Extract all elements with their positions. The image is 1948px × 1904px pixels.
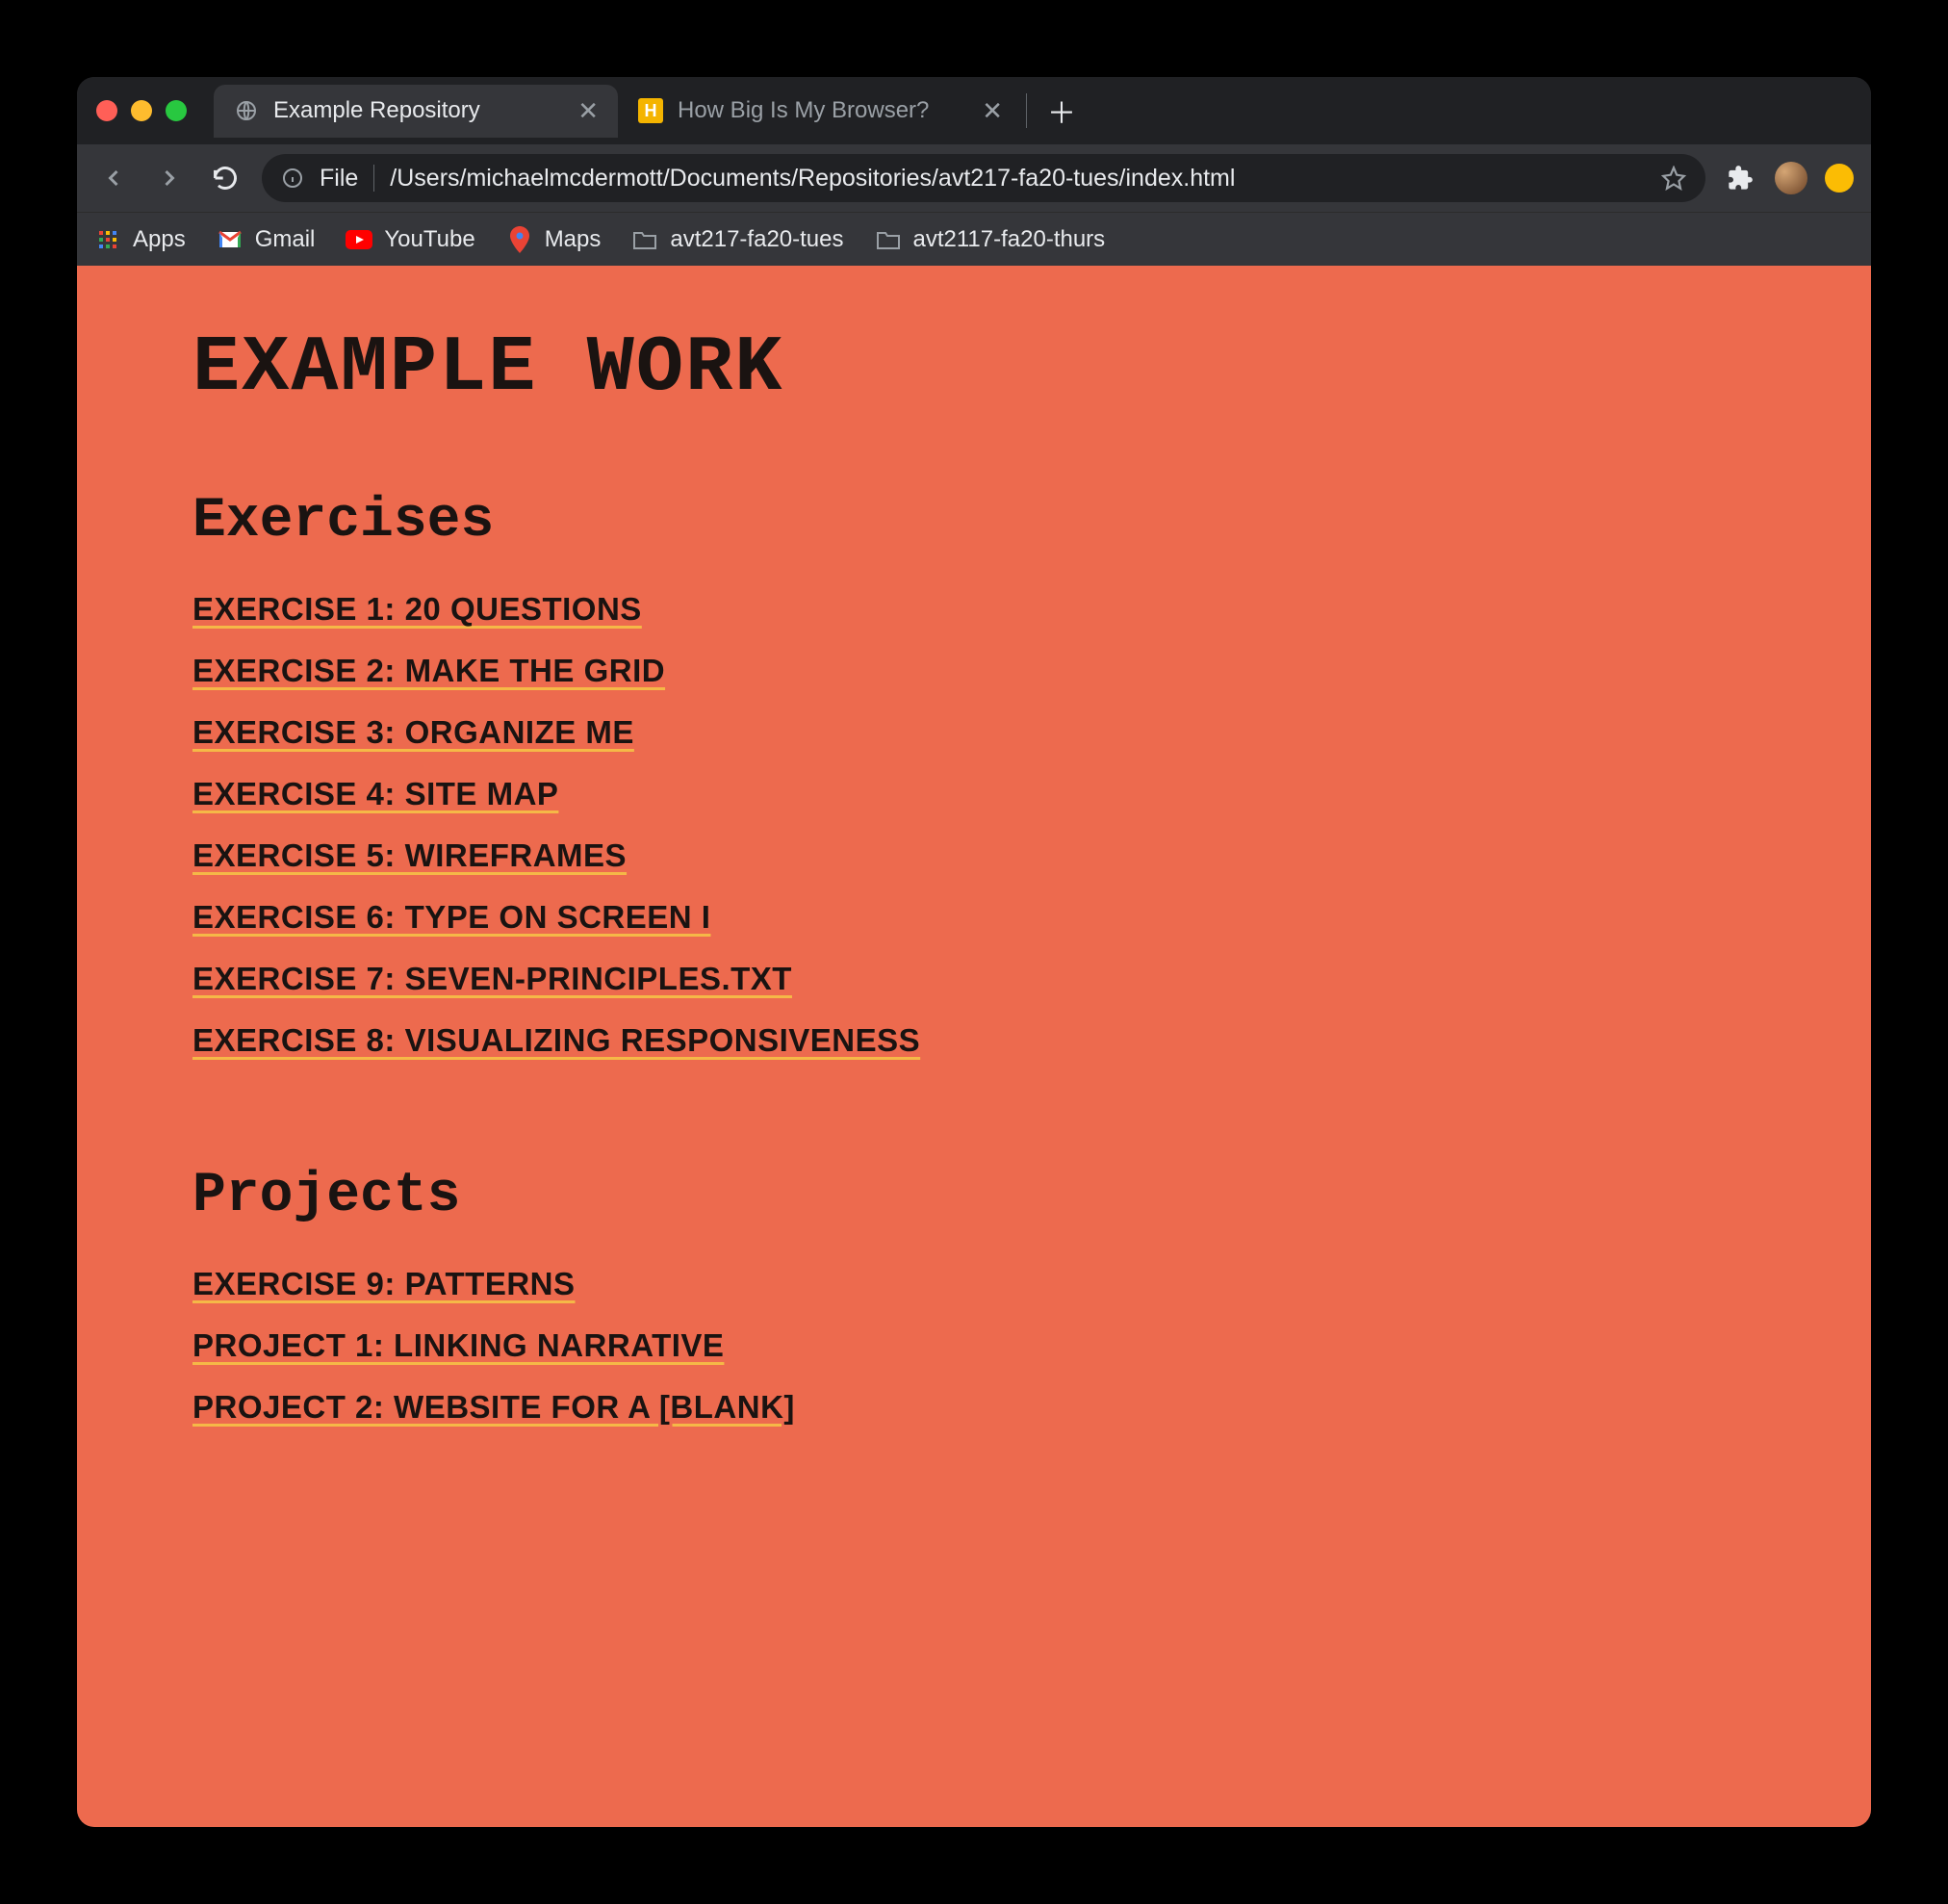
maps-icon (506, 226, 533, 253)
tab-divider (1026, 93, 1027, 128)
maximize-window-button[interactable] (166, 100, 187, 121)
apps-icon (94, 226, 121, 253)
page-title: EXAMPLE WORK (192, 323, 1756, 413)
bookmark-label: YouTube (384, 226, 474, 253)
browser-window: Example Repository ✕ H How Big Is My Bro… (77, 77, 1871, 1827)
bookmark-folder-avt217[interactable]: avt217-fa20-tues (631, 226, 843, 253)
link-item[interactable]: EXERCISE 3: ORGANIZE ME (192, 714, 634, 751)
tab-how-big-is-my-browser[interactable]: H How Big Is My Browser? ✕ (618, 85, 1022, 138)
url-scheme: File (320, 165, 358, 193)
window-controls (96, 100, 187, 121)
new-tab-button[interactable]: ＋ (1040, 90, 1083, 132)
link-item[interactable]: EXERCISE 6: TYPE ON SCREEN I (192, 899, 710, 936)
folder-icon (631, 226, 658, 253)
bookmark-maps[interactable]: Maps (506, 226, 602, 253)
tab-example-repository[interactable]: Example Repository ✕ (214, 85, 618, 138)
projects-list: EXERCISE 9: PATTERNS PROJECT 1: LINKING … (192, 1266, 1756, 1426)
toolbar: File /Users/michaelmcdermott/Documents/R… (77, 144, 1871, 212)
info-icon (281, 167, 304, 190)
favicon-h-icon: H (637, 97, 664, 124)
link-item[interactable]: EXERCISE 9: PATTERNS (192, 1266, 576, 1302)
bookmark-label: avt217-fa20-tues (670, 226, 843, 253)
link-item[interactable]: EXERCISE 5: WIREFRAMES (192, 837, 627, 874)
extensions-icon[interactable] (1723, 161, 1757, 195)
youtube-icon (346, 226, 372, 253)
exercises-list: EXERCISE 1: 20 QUESTIONS EXERCISE 2: MAK… (192, 591, 1756, 1059)
bookmarks-bar: Apps Gmail YouTube Maps avt217-fa20-tues (77, 212, 1871, 266)
page-viewport: EXAMPLE WORK Exercises EXERCISE 1: 20 QU… (77, 266, 1871, 1827)
link-item[interactable]: EXERCISE 7: SEVEN-PRINCIPLES.TXT (192, 961, 792, 997)
tab-strip: Example Repository ✕ H How Big Is My Bro… (77, 77, 1871, 144)
link-item[interactable]: EXERCISE 4: SITE MAP (192, 776, 558, 812)
section-title-exercises: Exercises (192, 490, 1756, 553)
minimize-window-button[interactable] (131, 100, 152, 121)
bookmark-label: avt2117-fa20-thurs (913, 226, 1106, 253)
bookmark-label: Maps (545, 226, 602, 253)
globe-icon (233, 97, 260, 124)
back-button[interactable] (94, 159, 133, 197)
user-avatar[interactable] (1775, 162, 1807, 194)
bookmark-apps[interactable]: Apps (94, 226, 186, 253)
link-item[interactable]: EXERCISE 2: MAKE THE GRID (192, 653, 665, 689)
address-bar[interactable]: File /Users/michaelmcdermott/Documents/R… (262, 154, 1705, 202)
url-path: /Users/michaelmcdermott/Documents/Reposi… (390, 165, 1646, 193)
close-window-button[interactable] (96, 100, 117, 121)
reload-button[interactable] (206, 159, 244, 197)
section-title-projects: Projects (192, 1165, 1756, 1227)
bookmark-label: Gmail (255, 226, 316, 253)
tab-title: Example Repository (273, 97, 564, 124)
forward-button[interactable] (150, 159, 189, 197)
link-item[interactable]: PROJECT 1: LINKING NARRATIVE (192, 1327, 724, 1364)
bookmark-folder-avt2117[interactable]: avt2117-fa20-thurs (875, 226, 1106, 253)
gmail-icon (217, 226, 244, 253)
link-item[interactable]: EXERCISE 1: 20 QUESTIONS (192, 591, 642, 628)
bookmark-label: Apps (133, 226, 186, 253)
url-divider (373, 165, 374, 192)
folder-icon (875, 226, 902, 253)
bookmark-gmail[interactable]: Gmail (217, 226, 316, 253)
link-item[interactable]: PROJECT 2: WEBSITE FOR A [BLANK] (192, 1389, 795, 1426)
link-item[interactable]: EXERCISE 8: VISUALIZING RESPONSIVENESS (192, 1022, 920, 1059)
tab-title: How Big Is My Browser? (678, 97, 968, 124)
close-tab-icon[interactable]: ✕ (982, 98, 1003, 123)
profile-indicator[interactable] (1825, 164, 1854, 193)
bookmark-youtube[interactable]: YouTube (346, 226, 474, 253)
close-tab-icon[interactable]: ✕ (577, 98, 599, 123)
bookmark-star-icon[interactable] (1661, 166, 1686, 191)
